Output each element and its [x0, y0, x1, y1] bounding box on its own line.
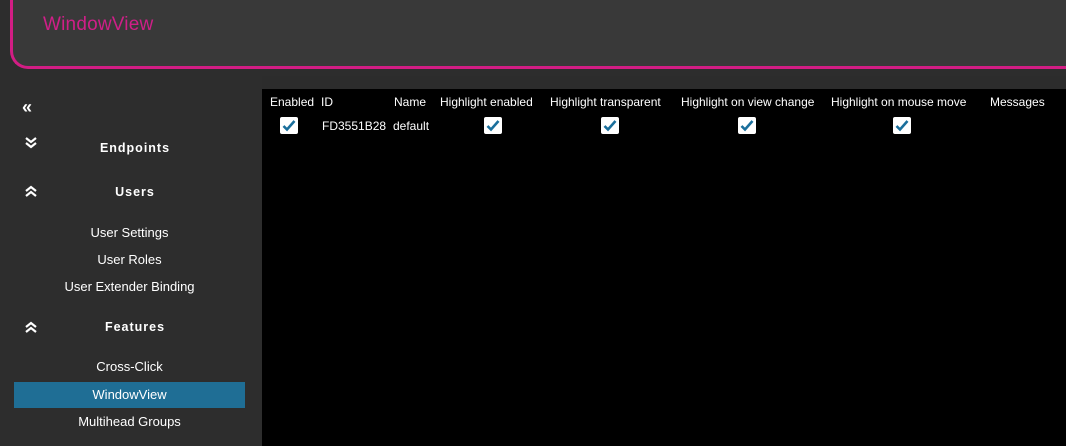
- sidebar-item-user-settings[interactable]: User Settings: [14, 220, 245, 246]
- double-chevron-up-icon[interactable]: [24, 184, 38, 203]
- sidebar-item-user-roles[interactable]: User Roles: [14, 247, 245, 273]
- sidebar-item-cross-click[interactable]: Cross-Click: [14, 354, 245, 380]
- sidebar-item-user-extender-binding[interactable]: User Extender Binding: [14, 274, 245, 300]
- sidebar-item-multihead-groups[interactable]: Multihead Groups: [14, 409, 245, 435]
- double-chevron-up-icon[interactable]: [24, 320, 38, 339]
- app-title: WindowView: [43, 14, 154, 35]
- checkmark-icon: [486, 120, 500, 132]
- checkmark-icon: [603, 120, 617, 132]
- sidebar-item-windowview[interactable]: WindowView: [14, 382, 245, 408]
- column-header-highlight-on-view-change[interactable]: Highlight on view change: [681, 95, 814, 109]
- column-header-name[interactable]: Name: [394, 95, 426, 109]
- column-header-id[interactable]: ID: [321, 95, 333, 109]
- section-features[interactable]: Features: [60, 320, 210, 334]
- highlight-transparent-checkbox[interactable]: [601, 117, 619, 134]
- highlight-on-view-change-checkbox[interactable]: [738, 117, 756, 134]
- sidebar: « Endpoints Users User Settings User Rol…: [0, 76, 262, 446]
- column-header-enabled[interactable]: Enabled: [270, 95, 314, 109]
- app-header: WindowView: [0, 0, 1066, 76]
- enabled-checkbox[interactable]: [280, 117, 298, 134]
- checkmark-icon: [282, 120, 296, 132]
- section-users[interactable]: Users: [60, 185, 210, 199]
- double-chevron-left-icon[interactable]: «: [22, 97, 32, 118]
- column-header-highlight-enabled[interactable]: Highlight enabled: [440, 95, 533, 109]
- section-endpoints[interactable]: Endpoints: [60, 141, 210, 155]
- column-header-highlight-on-mouse-move[interactable]: Highlight on mouse move: [831, 95, 966, 109]
- highlight-on-mouse-move-checkbox[interactable]: [893, 117, 911, 134]
- double-chevron-down-icon[interactable]: [24, 136, 38, 155]
- highlight-enabled-checkbox[interactable]: [484, 117, 502, 134]
- row-name: default: [393, 119, 430, 133]
- checkmark-icon: [740, 120, 754, 132]
- row-id: FD3551B28: [322, 119, 387, 133]
- column-header-highlight-transparent[interactable]: Highlight transparent: [550, 95, 661, 109]
- column-header-messages[interactable]: Messages: [990, 95, 1045, 109]
- checkmark-icon: [895, 120, 909, 132]
- windowview-table: Enabled ID Name Highlight enabled Highli…: [262, 89, 1066, 446]
- header-frame: [10, 0, 1066, 69]
